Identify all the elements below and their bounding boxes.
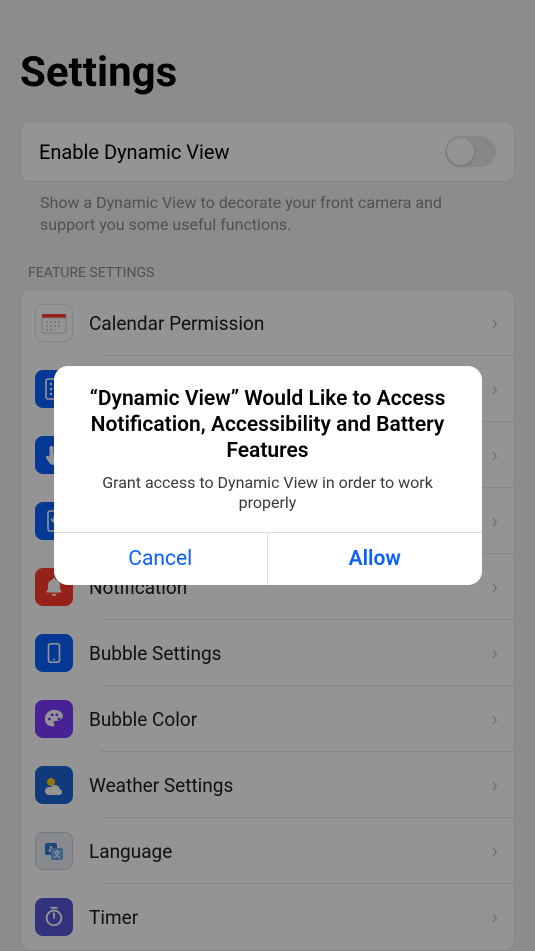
alert-actions: Cancel Allow (54, 532, 482, 585)
allow-button[interactable]: Allow (267, 533, 482, 585)
alert-message: Grant access to Dynamic View in order to… (76, 473, 460, 515)
modal-overlay: “Dynamic View” Would Like to Access Noti… (0, 0, 535, 951)
alert-title: “Dynamic View” Would Like to Access Noti… (76, 386, 460, 465)
cancel-button[interactable]: Cancel (54, 533, 268, 585)
permission-alert: “Dynamic View” Would Like to Access Noti… (54, 366, 482, 585)
